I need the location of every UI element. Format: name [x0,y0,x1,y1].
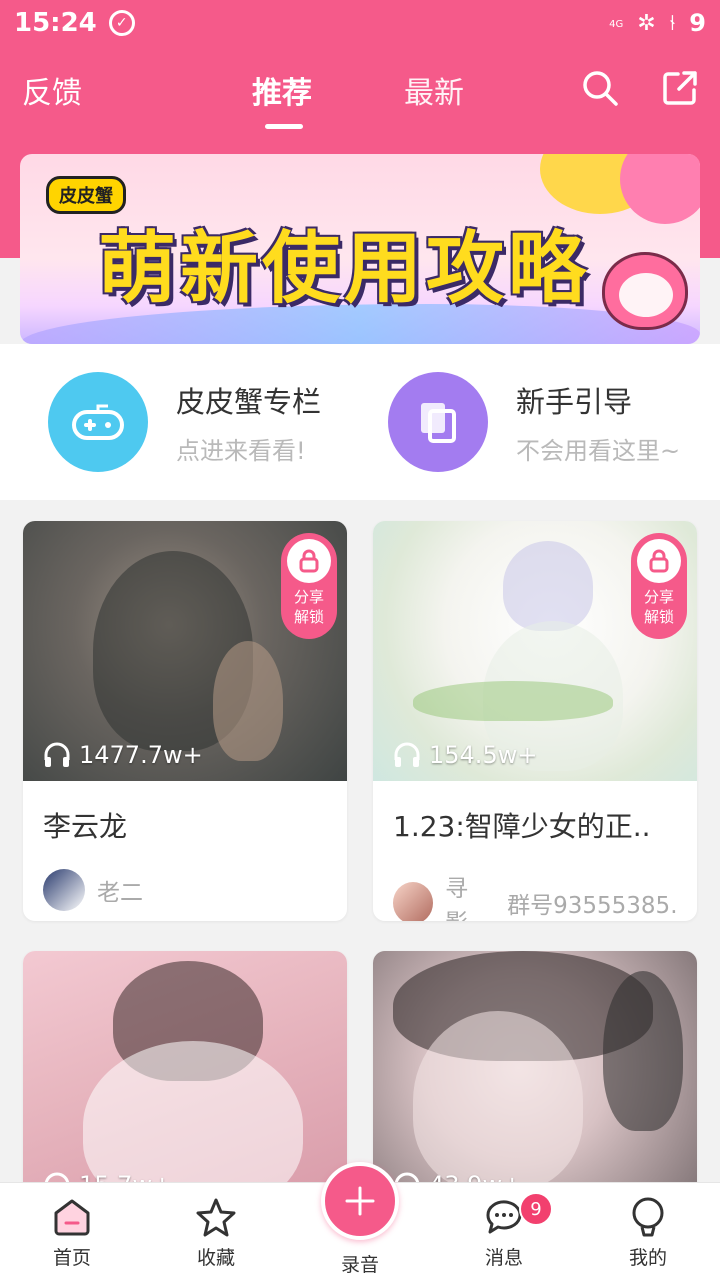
share-unlock-badge[interactable]: 分享 解锁 [281,533,337,639]
avatar [393,882,434,921]
lock-icon [637,539,681,583]
headphones-icon [44,742,70,767]
feedback-button[interactable]: 反馈 [22,68,82,112]
card-thumbnail: 分享 解锁 1477.7w+ [23,521,347,781]
banner-decoration [620,154,700,224]
nav-favorites[interactable]: 收藏 [171,1195,261,1270]
card-title: 李云龙 [43,810,128,843]
profile-icon [632,1197,664,1237]
audio-card[interactable]: 15.7w+ [23,951,347,1211]
card-thumbnail: 分享 解锁 154.5w+ [373,521,697,781]
tab-latest[interactable]: 最新 [404,68,464,112]
nav-home[interactable]: 首页 [27,1195,117,1270]
card-thumbnail: 15.7w+ [23,951,347,1211]
tab-recommend[interactable]: 推荐 [252,68,312,112]
banner-title: 萌新使用攻略 [98,224,591,314]
star-icon [196,1198,236,1237]
unlock-text: 分享 解锁 [293,588,324,626]
share-icon[interactable] [660,68,700,108]
battery-level: 9 [689,9,706,37]
signal-icon: ✲ [637,10,656,36]
status-time: 15:24 [14,8,97,38]
nav-label: 收藏 [196,1247,235,1269]
avatar [43,869,85,911]
check-icon: ✓ [108,10,135,36]
author-name: 老二 [97,880,143,906]
play-count-value: 1477.7w+ [79,741,203,769]
guide-banner[interactable]: 皮皮蟹 萌新使用攻略 [20,154,700,344]
nav-label: 首页 [52,1247,91,1269]
plus-icon [345,1186,375,1216]
entry-row: 皮皮蟹专栏 点进来看看! 新手引导 不会用看这里~ [0,344,720,500]
lock-icon [287,539,331,583]
record-label: 录音 [340,1254,379,1276]
audio-card[interactable]: 分享 解锁 1477.7w+ 李云龙 老二 [23,521,347,921]
message-badge: 9 [519,1192,553,1226]
entry-desc: 不会用看这里~ [516,436,681,465]
search-icon[interactable] [580,68,620,108]
top-nav: 反馈 推荐 最新 [0,46,720,132]
group-number: 群号93555385.. [507,893,677,919]
audio-card[interactable]: 分享解锁 154.5w+ 1.23:智障少女的正.. 寻影 群号93555385… [373,521,697,921]
share-unlock-badge[interactable]: 分享 解锁 [631,533,687,639]
nav-profile[interactable]: 我的 [603,1195,693,1270]
entry-column[interactable]: 皮皮蟹专栏 点进来看看! [48,372,321,472]
unlock-text: 分享 解锁 [643,588,674,626]
home-icon [54,1199,90,1236]
crab-mascot-icon [602,252,688,330]
play-count: 154.5w+ [393,741,537,769]
gamepad-icon [48,372,148,472]
nav-label: 我的 [628,1247,667,1269]
record-button[interactable] [321,1162,399,1240]
network-label: 4G [609,19,624,30]
nav-label: 消息 [484,1247,523,1269]
headphones-icon [394,742,420,767]
entry-name: 皮皮蟹专栏 [176,384,322,419]
status-bar: 15:24 ✓ 4G ✲ ⫮ 9 [0,0,720,46]
card-author[interactable]: 寻影 群号93555385.. [373,845,697,921]
play-count-value: 154.5w+ [429,741,538,769]
card-title: 1.23:智障少女的正.. [393,810,651,843]
book-icon [388,372,488,472]
card-author[interactable]: 老二 [23,845,347,911]
author-name: 寻影 [445,876,469,921]
status-right: 4G ✲ ⫮ 9 [609,9,706,37]
wifi-icon: ⫮ [669,10,676,36]
entry-guide[interactable]: 新手引导 不会用看这里~ [388,372,680,472]
entry-desc: 点进来看看! [176,436,306,465]
audio-card[interactable]: 43.9w+ [373,951,697,1211]
play-count: 1477.7w+ [43,741,203,769]
card-thumbnail: 43.9w+ [373,951,697,1211]
entry-name: 新手引导 [516,384,633,419]
tab-indicator [265,124,303,129]
